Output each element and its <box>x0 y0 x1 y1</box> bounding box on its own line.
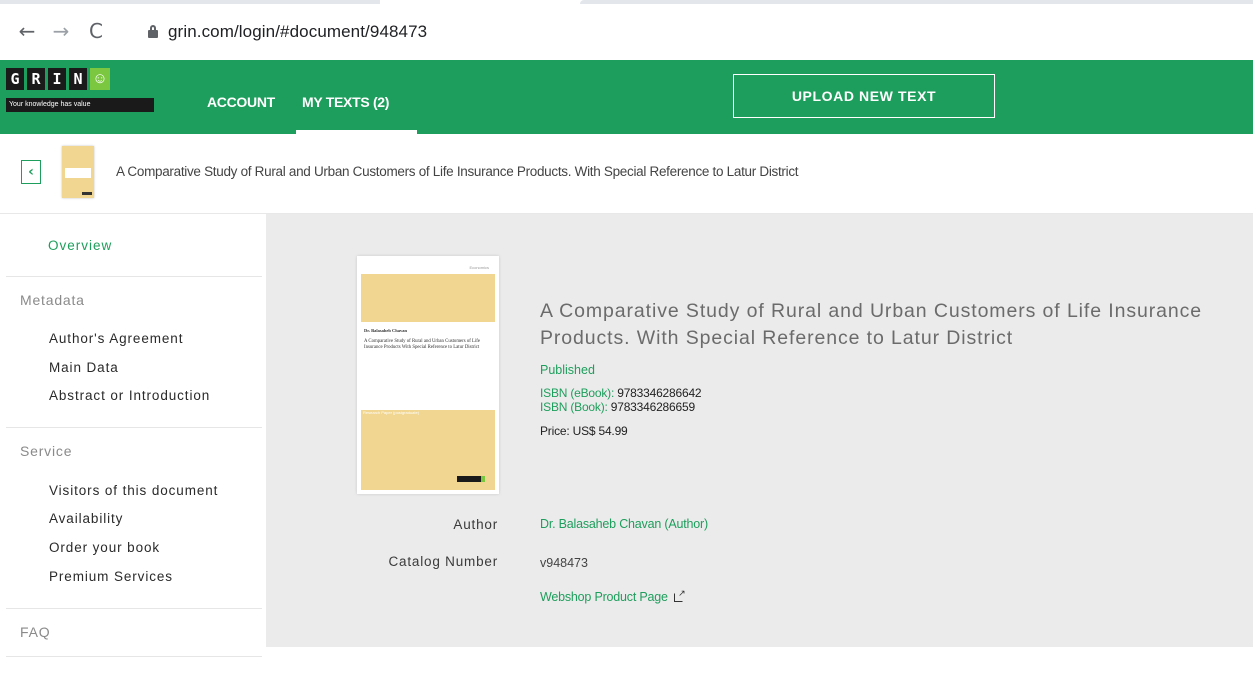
address-bar[interactable]: grin.com/login/#document/948473 <box>136 14 1246 50</box>
catalog-number-value: v948473 <box>540 556 588 570</box>
author-link[interactable]: Dr. Balasaheb Chavan (Author) <box>540 517 708 531</box>
divider <box>6 656 262 657</box>
cover-author: Dr. Balasaheb Chavan <box>364 328 407 333</box>
logo-letter: I <box>48 68 66 90</box>
sidebar-item-premium-services[interactable]: Premium Services <box>49 569 173 584</box>
sidebar-item-main-data[interactable]: Main Data <box>49 360 119 375</box>
nav-my-texts[interactable]: MY TEXTS (2) <box>302 94 389 110</box>
tab-active[interactable] <box>580 0 1253 4</box>
tab-strip <box>0 0 1253 6</box>
divider <box>6 427 262 428</box>
webshop-link-label[interactable]: Webshop Product Page <box>540 590 668 604</box>
divider <box>6 608 262 609</box>
logo-letter: N <box>69 68 87 90</box>
browser-toolbar: ← → C grin.com/login/#document/948473 <box>0 0 1253 60</box>
back-arrow-icon[interactable]: ← <box>14 18 40 44</box>
sidebar-item-faq[interactable]: FAQ <box>20 624 50 640</box>
sidebar-heading-metadata: Metadata <box>20 292 85 308</box>
sidebar-item-abstract[interactable]: Abstract or Introduction <box>49 388 210 403</box>
sidebar-item-overview[interactable]: Overview <box>48 238 112 253</box>
isbn-book-value: 9783346286659 <box>610 400 695 414</box>
reload-icon[interactable]: C <box>83 18 109 44</box>
author-label: Author <box>453 517 498 532</box>
cover-title: A Comparative Study of Rural and Urban C… <box>364 339 481 350</box>
sidebar-item-availability[interactable]: Availability <box>49 511 123 526</box>
document-thumbnail <box>62 146 94 198</box>
external-link-icon[interactable]: ↗ <box>674 589 686 602</box>
cover-publisher: Research Paper (postgraduate) <box>363 410 420 415</box>
status-badge: Published <box>540 363 595 377</box>
catalog-number-label: Catalog Number <box>388 554 498 569</box>
logo-letter: R <box>27 68 45 90</box>
cover-logo-dot <box>481 476 485 482</box>
sidebar-item-order-book[interactable]: Order your book <box>49 540 160 555</box>
isbn-book-label: ISBN (Book): <box>540 400 608 414</box>
sidebar-item-authors-agreement[interactable]: Author's Agreement <box>49 331 183 346</box>
sidebar-item-visitors[interactable]: Visitors of this document <box>49 483 218 498</box>
url-text[interactable]: grin.com/login/#document/948473 <box>168 22 427 42</box>
nav-account[interactable]: ACCOUNT <box>207 94 275 110</box>
smile-icon: ☺ <box>90 68 110 90</box>
price: Price: US$ 54.99 <box>540 424 628 438</box>
chevron-left-icon[interactable]: ‹ <box>21 160 41 184</box>
logo-tagline: Your knowledge has value <box>6 98 154 112</box>
grin-logo[interactable]: G R I N ☺ Your knowledge has value <box>6 68 156 118</box>
cover-category: Economics <box>469 265 489 270</box>
divider <box>6 276 262 277</box>
lock-icon[interactable] <box>148 25 158 38</box>
forward-arrow-icon[interactable]: → <box>48 18 74 44</box>
document-overview-panel: Economics Dr. Balasaheb Chavan A Compara… <box>266 214 1253 647</box>
isbn-ebook-label: ISBN (eBook): <box>540 386 615 400</box>
document-title: A Comparative Study of Rural and Urban C… <box>540 300 1203 349</box>
tab-inactive[interactable] <box>0 0 380 4</box>
upload-new-text-button[interactable]: UPLOAD NEW TEXT <box>733 74 995 118</box>
book-cover: Economics Dr. Balasaheb Chavan A Compara… <box>357 256 499 494</box>
isbn-book-row: ISBN (Book): 9783346286659 <box>540 400 695 414</box>
app-header: G R I N ☺ Your knowledge has value ACCOU… <box>0 60 1253 134</box>
isbn-ebook-value: 9783346286642 <box>617 386 702 400</box>
cover-logo <box>457 476 481 482</box>
sidebar-heading-service: Service <box>20 443 73 459</box>
webshop-product-link[interactable]: Webshop Product Page ↗ <box>540 589 686 604</box>
logo-letter: G <box>6 68 24 90</box>
isbn-ebook-row: ISBN (eBook): 9783346286642 <box>540 386 702 400</box>
sidebar: Overview Metadata Author's Agreement Mai… <box>0 214 266 675</box>
document-bar-title: A Comparative Study of Rural and Urban C… <box>116 164 799 179</box>
document-breadcrumb: ‹ A Comparative Study of Rural and Urban… <box>0 134 1253 214</box>
